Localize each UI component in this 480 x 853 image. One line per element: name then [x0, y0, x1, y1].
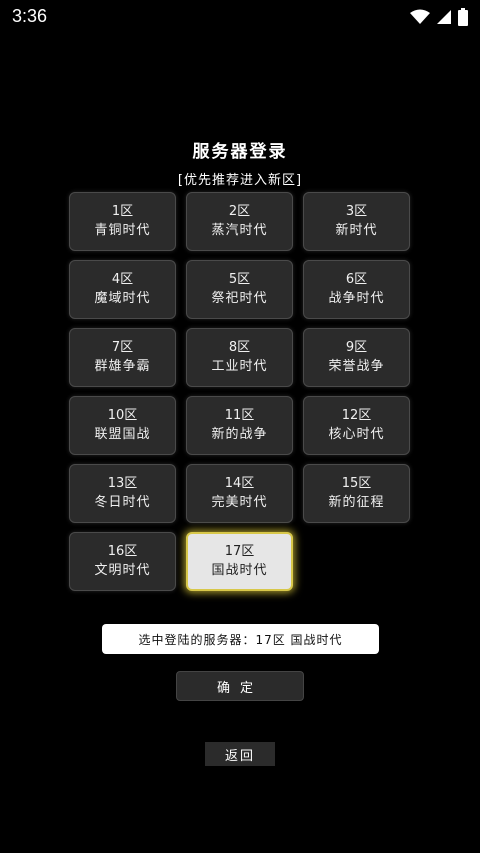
server-zone: 16区	[107, 543, 138, 559]
server-button-14[interactable]: 14区 完美时代	[186, 464, 293, 523]
server-button-1[interactable]: 1区 青铜时代	[69, 192, 176, 251]
server-button-17-selected[interactable]: 17区 国战时代	[186, 532, 293, 591]
server-name: 国战时代	[211, 562, 268, 578]
server-button-5[interactable]: 5区 祭祀时代	[186, 260, 293, 319]
server-name: 文明时代	[94, 562, 151, 578]
server-zone: 7区	[111, 339, 134, 355]
server-button-2[interactable]: 2区 蒸汽时代	[186, 192, 293, 251]
server-name: 冬日时代	[94, 494, 151, 510]
server-zone: 15区	[341, 475, 372, 491]
server-zone: 8区	[228, 339, 251, 355]
wifi-icon	[410, 9, 430, 25]
server-button-15[interactable]: 15区 新的征程	[303, 464, 410, 523]
status-bar: 3:36	[0, 0, 480, 34]
server-button-12[interactable]: 12区 核心时代	[303, 396, 410, 455]
selected-server-display: 选中登陆的服务器：17区 国战时代	[102, 624, 379, 654]
status-icons	[410, 8, 468, 26]
server-zone: 14区	[224, 475, 255, 491]
server-button-6[interactable]: 6区 战争时代	[303, 260, 410, 319]
battery-icon	[458, 8, 468, 26]
confirm-button[interactable]: 确定	[176, 671, 304, 701]
server-button-16[interactable]: 16区 文明时代	[69, 532, 176, 591]
server-name: 新的征程	[328, 494, 385, 510]
back-button[interactable]: 返回	[205, 742, 275, 766]
server-zone: 4区	[111, 271, 134, 287]
server-button-3[interactable]: 3区 新时代	[303, 192, 410, 251]
server-button-7[interactable]: 7区 群雄争霸	[69, 328, 176, 387]
server-zone: 10区	[107, 407, 138, 423]
server-zone: 12区	[341, 407, 372, 423]
server-name: 新的战争	[211, 426, 268, 442]
server-zone: 13区	[107, 475, 138, 491]
status-time: 3:36	[12, 6, 48, 26]
server-button-10[interactable]: 10区 联盟国战	[69, 396, 176, 455]
server-name: 联盟国战	[94, 426, 151, 442]
server-name: 荣誉战争	[328, 358, 385, 374]
page-title: 服务器登录	[192, 142, 288, 162]
server-name: 工业时代	[211, 358, 268, 374]
server-name: 青铜时代	[94, 222, 151, 238]
server-name: 魔域时代	[94, 290, 151, 306]
server-zone: 2区	[228, 203, 251, 219]
server-zone: 3区	[345, 203, 368, 219]
server-zone: 11区	[224, 407, 255, 423]
server-name: 祭祀时代	[211, 290, 268, 306]
server-button-4[interactable]: 4区 魔域时代	[69, 260, 176, 319]
server-name: 核心时代	[328, 426, 385, 442]
server-button-13[interactable]: 13区 冬日时代	[69, 464, 176, 523]
server-grid: 1区 青铜时代 2区 蒸汽时代 3区 新时代 4区 魔域时代 5区 祭祀时代 6…	[69, 192, 412, 591]
server-name: 新时代	[335, 222, 378, 238]
server-zone: 17区	[224, 543, 255, 559]
page-subtitle: [优先推荐进入新区]	[177, 173, 303, 188]
server-name: 完美时代	[211, 494, 268, 510]
server-name: 战争时代	[328, 290, 385, 306]
server-zone: 9区	[345, 339, 368, 355]
server-zone: 5区	[228, 271, 251, 287]
server-name: 群雄争霸	[94, 358, 151, 374]
server-button-11[interactable]: 11区 新的战争	[186, 396, 293, 455]
server-name: 蒸汽时代	[211, 222, 268, 238]
server-zone: 1区	[111, 203, 134, 219]
server-zone: 6区	[345, 271, 368, 287]
server-button-9[interactable]: 9区 荣誉战争	[303, 328, 410, 387]
server-button-8[interactable]: 8区 工业时代	[186, 328, 293, 387]
cell-signal-icon	[436, 9, 452, 25]
